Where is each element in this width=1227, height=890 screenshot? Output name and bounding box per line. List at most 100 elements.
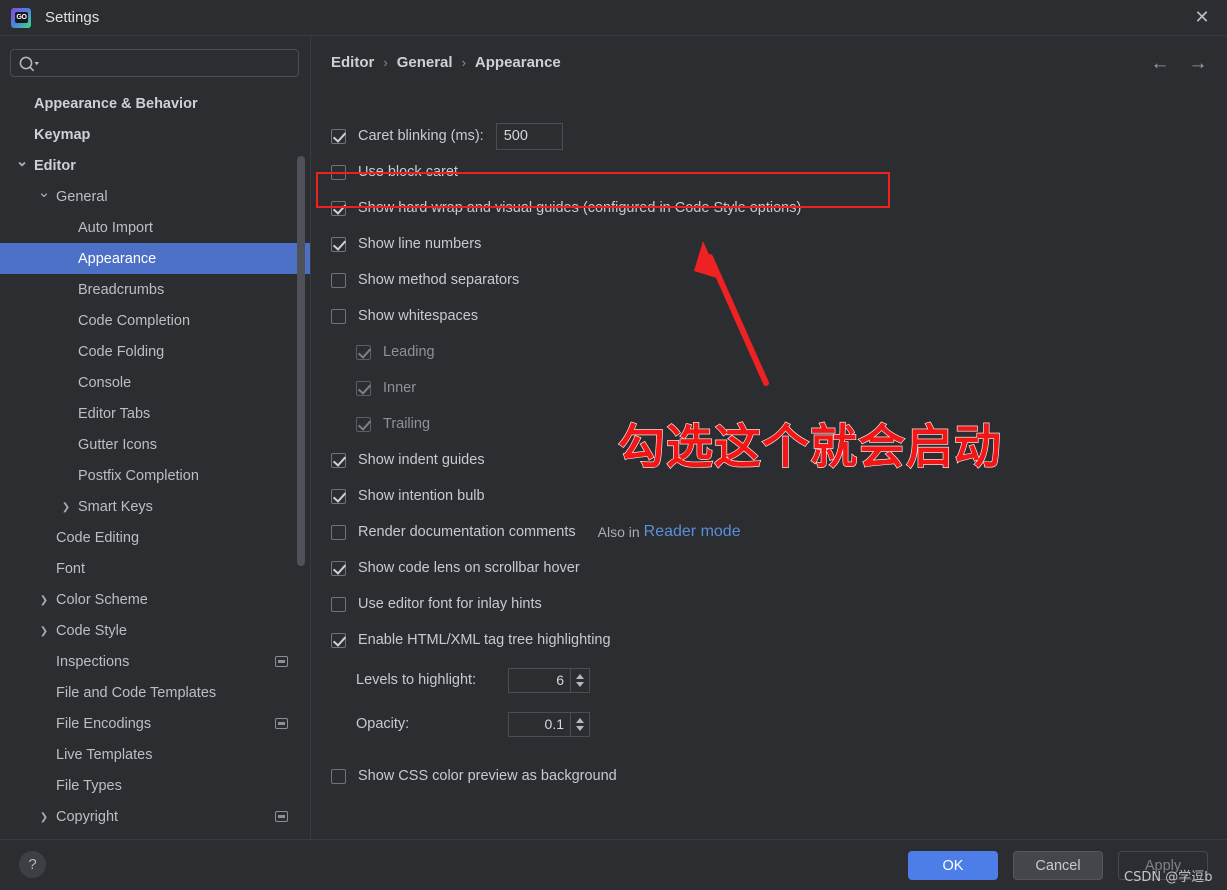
sidebar-item-label: Live Templates (56, 746, 153, 763)
option-show-css-color-preview: Show CSS color preview as background (331, 758, 1211, 794)
label-whitespace-inner: Inner (383, 380, 417, 396)
title-bar: GO Settings ✕ (0, 0, 1227, 36)
ok-button[interactable]: OK (908, 851, 998, 880)
sidebar-item-label: Appearance (78, 250, 157, 267)
sidebar-item-appearance[interactable]: Appearance (0, 243, 310, 274)
sidebar-item-label: Editor Tabs (78, 405, 151, 422)
sidebar-item-live-templates[interactable]: Live Templates (0, 739, 310, 770)
checkbox-show-indent-guides[interactable] (331, 452, 346, 468)
label-show-whitespaces: Show whitespaces (358, 308, 479, 324)
sidebar-item-smart-keys[interactable]: Smart Keys (0, 491, 310, 522)
sidebar-item-label: File Types (56, 777, 122, 794)
sidebar-item-postfix-completion[interactable]: Postfix Completion (0, 460, 310, 491)
apply-button: Apply (1118, 851, 1208, 880)
spinner-down-icon[interactable] (576, 725, 584, 731)
sidebar-item-label: Color Scheme (56, 591, 148, 608)
stepper-levels-to-highlight[interactable] (508, 667, 590, 693)
chevron-down-icon[interactable] (37, 190, 51, 204)
option-use-block-caret: Use block caret (331, 154, 1211, 190)
checkbox-caret-blinking[interactable] (331, 128, 346, 144)
sidebar-item-gutter-icons[interactable]: Gutter Icons (0, 429, 310, 460)
sidebar-item-code-folding[interactable]: Code Folding (0, 336, 310, 367)
breadcrumb-separator-icon: › (383, 55, 388, 70)
project-scope-icon (275, 718, 288, 729)
sidebar-item-code-editing[interactable]: Code Editing (0, 522, 310, 553)
sidebar-item-console[interactable]: Console (0, 367, 310, 398)
checkbox-show-css-color-preview[interactable] (331, 768, 346, 784)
option-whitespace-trailing: Trailing (331, 406, 1211, 442)
help-icon[interactable]: ? (19, 851, 46, 878)
option-show-code-lens: Show code lens on scrollbar hover (331, 550, 1211, 586)
sidebar-item-font[interactable]: Font (0, 553, 310, 584)
checkbox-enable-tag-tree[interactable] (331, 632, 346, 648)
sidebar-item-editor[interactable]: Editor (0, 150, 310, 181)
breadcrumb-appearance: Appearance (474, 54, 561, 71)
sidebar-item-copyright[interactable]: Copyright (0, 801, 310, 832)
breadcrumb-editor[interactable]: Editor (331, 54, 374, 71)
close-icon[interactable]: ✕ (1191, 7, 1213, 29)
breadcrumb-general[interactable]: General (397, 54, 453, 71)
label-caret-blinking: Caret blinking (ms): (358, 128, 484, 144)
sidebar-item-general[interactable]: General (0, 181, 310, 212)
sidebar-item-appearance-behavior[interactable]: Appearance & Behavior (0, 88, 310, 119)
spinner-down-icon[interactable] (576, 681, 584, 687)
search-box[interactable] (10, 49, 299, 77)
checkbox-use-editor-font-inlay[interactable] (331, 596, 346, 612)
checkbox-show-intention-bulb[interactable] (331, 488, 346, 504)
spinner-up-icon[interactable] (576, 717, 584, 723)
sidebar-item-editor-tabs[interactable]: Editor Tabs (0, 398, 310, 429)
checkbox-show-hard-wrap[interactable] (331, 200, 346, 216)
sidebar-item-breadcrumbs[interactable]: Breadcrumbs (0, 274, 310, 305)
sidebar-item-keymap[interactable]: Keymap (0, 119, 310, 150)
chevron-right-icon[interactable] (59, 500, 73, 514)
label-show-css-color-preview: Show CSS color preview as background (358, 768, 617, 784)
checkbox-render-doc-comments[interactable] (331, 524, 346, 540)
chevron-right-icon[interactable] (37, 593, 51, 607)
sidebar-scrollbar[interactable] (297, 156, 305, 566)
sidebar-item-label: Postfix Completion (78, 467, 199, 484)
forward-arrow-icon[interactable]: → (1187, 53, 1209, 75)
sidebar-item-label: Editor (34, 157, 76, 174)
checkbox-whitespace-inner[interactable] (356, 380, 371, 396)
chevron-right-icon[interactable] (37, 624, 51, 638)
chevron-right-icon[interactable] (37, 810, 51, 824)
input-opacity[interactable] (508, 711, 571, 737)
spinner-up-icon[interactable] (576, 673, 584, 679)
sidebar-item-inspections[interactable]: Inspections (0, 646, 310, 677)
checkbox-show-line-numbers[interactable] (331, 236, 346, 252)
sidebar-item-auto-import[interactable]: Auto Import (0, 212, 310, 243)
sidebar-item-file-and-code-templates[interactable]: File and Code Templates (0, 677, 310, 708)
spinner-opacity[interactable] (571, 711, 590, 737)
label-show-line-numbers: Show line numbers (358, 236, 482, 252)
checkbox-whitespace-trailing[interactable] (356, 416, 371, 432)
checkbox-show-method-separators[interactable] (331, 272, 346, 288)
sidebar-item-label: Console (78, 374, 132, 391)
label-levels-to-highlight: Levels to highlight: (356, 672, 477, 688)
search-input[interactable] (43, 52, 293, 74)
sidebar-item-file-types[interactable]: File Types (0, 770, 310, 801)
sidebar-item-color-scheme[interactable]: Color Scheme (0, 584, 310, 615)
input-levels-to-highlight[interactable] (508, 667, 571, 693)
chevron-down-icon[interactable] (15, 159, 29, 173)
cancel-button[interactable]: Cancel (1013, 851, 1103, 880)
checkbox-show-whitespaces[interactable] (331, 308, 346, 324)
option-use-editor-font-inlay: Use editor font for inlay hints (331, 586, 1211, 622)
back-arrow-icon[interactable]: ← (1149, 53, 1171, 75)
window-title: Settings (45, 9, 100, 26)
goland-logo-icon: GO (11, 7, 31, 28)
sidebar-item-code-style[interactable]: Code Style (0, 615, 310, 646)
sidebar-item-file-encodings[interactable]: File Encodings (0, 708, 310, 739)
checkbox-show-code-lens[interactable] (331, 560, 346, 576)
sidebar-item-label: Keymap (34, 126, 91, 143)
input-caret-blinking-ms[interactable] (495, 122, 563, 150)
option-whitespace-leading: Leading (331, 334, 1211, 370)
spinner-levels-to-highlight[interactable] (571, 667, 590, 693)
checkbox-whitespace-leading[interactable] (356, 344, 371, 360)
link-reader-mode[interactable]: Reader mode (644, 523, 741, 541)
checkbox-use-block-caret[interactable] (331, 164, 346, 180)
option-render-doc-comments: Render documentation comments Also in Re… (331, 514, 1211, 550)
stepper-opacity[interactable] (508, 711, 590, 737)
sidebar-item-code-completion[interactable]: Code Completion (0, 305, 310, 336)
label-use-block-caret: Use block caret (358, 164, 458, 180)
sidebar-item-label: Appearance & Behavior (34, 95, 198, 112)
